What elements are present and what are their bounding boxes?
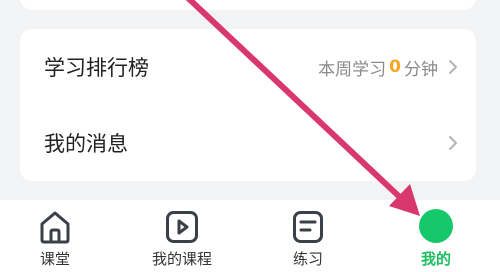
menu-item-messages[interactable]: 我的消息 (20, 105, 476, 181)
tab-classroom[interactable]: 课堂 (5, 200, 105, 272)
messages-label: 我的消息 (44, 132, 128, 156)
tab-label: 课堂 (39, 250, 70, 268)
tab-mine[interactable]: 我的 (386, 200, 486, 272)
document-icon (293, 211, 323, 243)
tab-practice[interactable]: 练习 (258, 200, 358, 272)
study-minutes: 0 (389, 57, 401, 77)
tab-label: 我的 (420, 250, 451, 268)
tab-my-courses[interactable]: 我的课程 (132, 200, 232, 272)
home-icon (40, 211, 70, 244)
menu-card: 学习排行榜 本周学习 0 分钟 我的消息 (20, 29, 476, 181)
summary-suffix: 分钟 (404, 59, 438, 80)
tab-label: 练习 (292, 250, 323, 268)
menu-item-ranking[interactable]: 学习排行榜 本周学习 0 分钟 (20, 29, 476, 105)
profile-icon (419, 209, 453, 243)
chevron-right-icon (449, 136, 457, 150)
tab-label: 我的课程 (151, 250, 212, 268)
ranking-label: 学习排行榜 (44, 56, 149, 80)
messages-right (438, 135, 458, 151)
play-icon (166, 211, 198, 243)
chevron-right-icon (449, 60, 457, 74)
summary-prefix: 本周学习 (318, 59, 387, 80)
weekly-study-summary: 本周学习 0 分钟 (318, 55, 458, 80)
top-card (20, 0, 476, 10)
bottom-tab-bar: 课堂 我的课程 练习 我的 (0, 200, 500, 272)
